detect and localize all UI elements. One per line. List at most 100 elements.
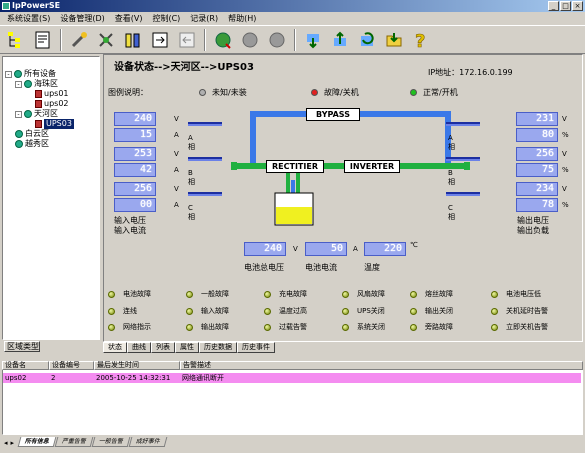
folder-icon[interactable]: [382, 28, 406, 52]
column-device-id[interactable]: 设备编号: [49, 361, 94, 370]
tree-node-yuexiu[interactable]: 越秀区: [15, 139, 49, 149]
alarm-lamp-icon: [108, 290, 115, 298]
globe-icon: [15, 140, 23, 148]
menu-help[interactable]: 帮助(H): [223, 12, 261, 25]
expand-icon[interactable]: -: [15, 80, 22, 88]
phase-label: B 相: [448, 169, 455, 186]
alarm-lamp-icon: [264, 323, 271, 331]
output-bar: [446, 192, 480, 196]
alarm-label: 输出故障: [201, 323, 229, 331]
unit-celsius: ℃: [410, 241, 418, 249]
minimize-button[interactable]: _: [548, 1, 559, 11]
alarm-lamp-icon: [491, 307, 498, 315]
close-button[interactable]: ×: [572, 1, 583, 11]
globe-icon: [24, 80, 32, 88]
window-title: IpPowerSE: [12, 1, 61, 10]
refresh-icon[interactable]: [355, 28, 379, 52]
status-title: 设备状态-->天河区-->UPS03: [114, 62, 254, 73]
output-load-a: 80: [516, 128, 558, 142]
alarm-lamp-icon: [186, 290, 193, 298]
tab-critical-alarm[interactable]: 严重告警: [54, 437, 94, 447]
tab-general-alarm[interactable]: 一般告警: [91, 437, 131, 447]
tree-node-ups02[interactable]: ups02: [35, 99, 69, 109]
tab-history-events[interactable]: 历史事件: [237, 342, 275, 353]
battery-level: [276, 207, 312, 224]
unit-v: V: [562, 185, 567, 193]
tree-node-ups01[interactable]: ups01: [35, 89, 69, 99]
tree-root-label: 所有设备: [24, 69, 56, 78]
upload-icon[interactable]: [328, 28, 352, 52]
temperature-label: 温度: [364, 263, 380, 272]
ups-icon: [35, 100, 42, 108]
batteries-icon[interactable]: [121, 28, 145, 52]
tab-properties[interactable]: 属性: [175, 342, 199, 353]
menu-view[interactable]: 查看(V): [110, 12, 148, 25]
tree-node-tianhe[interactable]: - 天河区: [15, 109, 58, 119]
menu-device[interactable]: 设备管理(D): [55, 12, 109, 25]
junction-icon: [231, 162, 237, 170]
help-icon[interactable]: ?: [409, 28, 433, 52]
alarm-label: 关机延时告警: [506, 307, 548, 315]
tools-icon[interactable]: [67, 28, 91, 52]
alarm-lamp-icon: [186, 307, 193, 315]
settings-icon[interactable]: [94, 28, 118, 52]
unit-a: A: [174, 201, 179, 209]
import-icon[interactable]: [175, 28, 199, 52]
alarm-lamp-icon: [342, 323, 349, 331]
expand-icon[interactable]: -: [15, 110, 22, 118]
menu-record[interactable]: 记录(R): [185, 12, 223, 25]
tree-node-label: 白云区: [25, 129, 49, 138]
download-icon[interactable]: [301, 28, 325, 52]
tree-node-baiyun[interactable]: 白云区: [15, 129, 49, 139]
column-alarm-desc[interactable]: 告警描述: [180, 361, 583, 370]
unit-v: V: [174, 185, 179, 193]
tab-success-event[interactable]: 成好事件: [128, 437, 168, 447]
cell-last-time: 2005-10-25 14:32:31: [96, 374, 171, 382]
tab-region-type[interactable]: 区域类型: [4, 341, 40, 352]
legend-title: 图例说明：: [108, 88, 148, 97]
tab-list[interactable]: 列表: [151, 342, 175, 353]
unit-a: A: [353, 245, 358, 253]
event-tabs: ◂ ▸ 所有信息 严重告警 一般告警 成好事件: [4, 436, 168, 447]
globe-gray-2-icon[interactable]: [265, 28, 289, 52]
alarm-system-off: 系统关闭: [342, 322, 385, 332]
tab-status[interactable]: 状态: [103, 342, 127, 353]
table-row[interactable]: ups02 2 2005-10-25 14:32:31 网络通讯断开: [3, 373, 581, 383]
tab-history-data[interactable]: 历史数据: [199, 342, 237, 353]
tree-node-ups03[interactable]: UPS03: [35, 119, 74, 129]
alarm-label: UPS关闭: [357, 307, 385, 315]
column-device-name[interactable]: 设备名: [2, 361, 49, 370]
alarm-battery-low: 电池电压低: [491, 289, 541, 299]
tab-scroll-left-icon[interactable]: ◂: [4, 439, 10, 447]
phase-label: A 相: [188, 134, 195, 151]
output-load-b: 75: [516, 163, 558, 177]
menu-control[interactable]: 控制(C): [147, 12, 185, 25]
report-icon[interactable]: [31, 28, 55, 52]
alarm-output-off: 输出关闭: [410, 306, 453, 316]
globe-connect-icon[interactable]: [211, 28, 235, 52]
output-bar: [446, 157, 480, 161]
input-current-c: 00: [114, 198, 156, 212]
alarm-over-temp: 温度过高: [264, 306, 307, 316]
alarm-label: 电池电压低: [506, 290, 541, 298]
battery-temperature: 220: [364, 242, 406, 256]
globe-gray-icon[interactable]: [238, 28, 262, 52]
alarm-input-fault: 输入故障: [186, 306, 229, 316]
maximize-button[interactable]: □: [560, 1, 571, 11]
export-icon[interactable]: [148, 28, 172, 52]
expand-icon[interactable]: -: [5, 70, 12, 78]
output-voltage-a: 231: [516, 112, 558, 126]
column-last-time[interactable]: 最后发生时间: [94, 361, 180, 370]
tab-curve[interactable]: 曲线: [127, 342, 151, 353]
tree-view-icon[interactable]: [4, 28, 28, 52]
output-bar: [446, 122, 480, 126]
alarm-label: 过载告警: [279, 323, 307, 331]
unit-v: V: [562, 150, 567, 158]
alarm-label: 一般故障: [201, 290, 229, 298]
tree-node-haizhu[interactable]: - 海珠区: [15, 79, 58, 89]
menu-system[interactable]: 系统设置(S): [2, 12, 55, 25]
tab-all-info[interactable]: 所有信息: [17, 437, 57, 447]
tree-root[interactable]: - 所有设备: [5, 69, 56, 79]
unit-v: V: [174, 150, 179, 158]
output-voltage-b: 256: [516, 147, 558, 161]
